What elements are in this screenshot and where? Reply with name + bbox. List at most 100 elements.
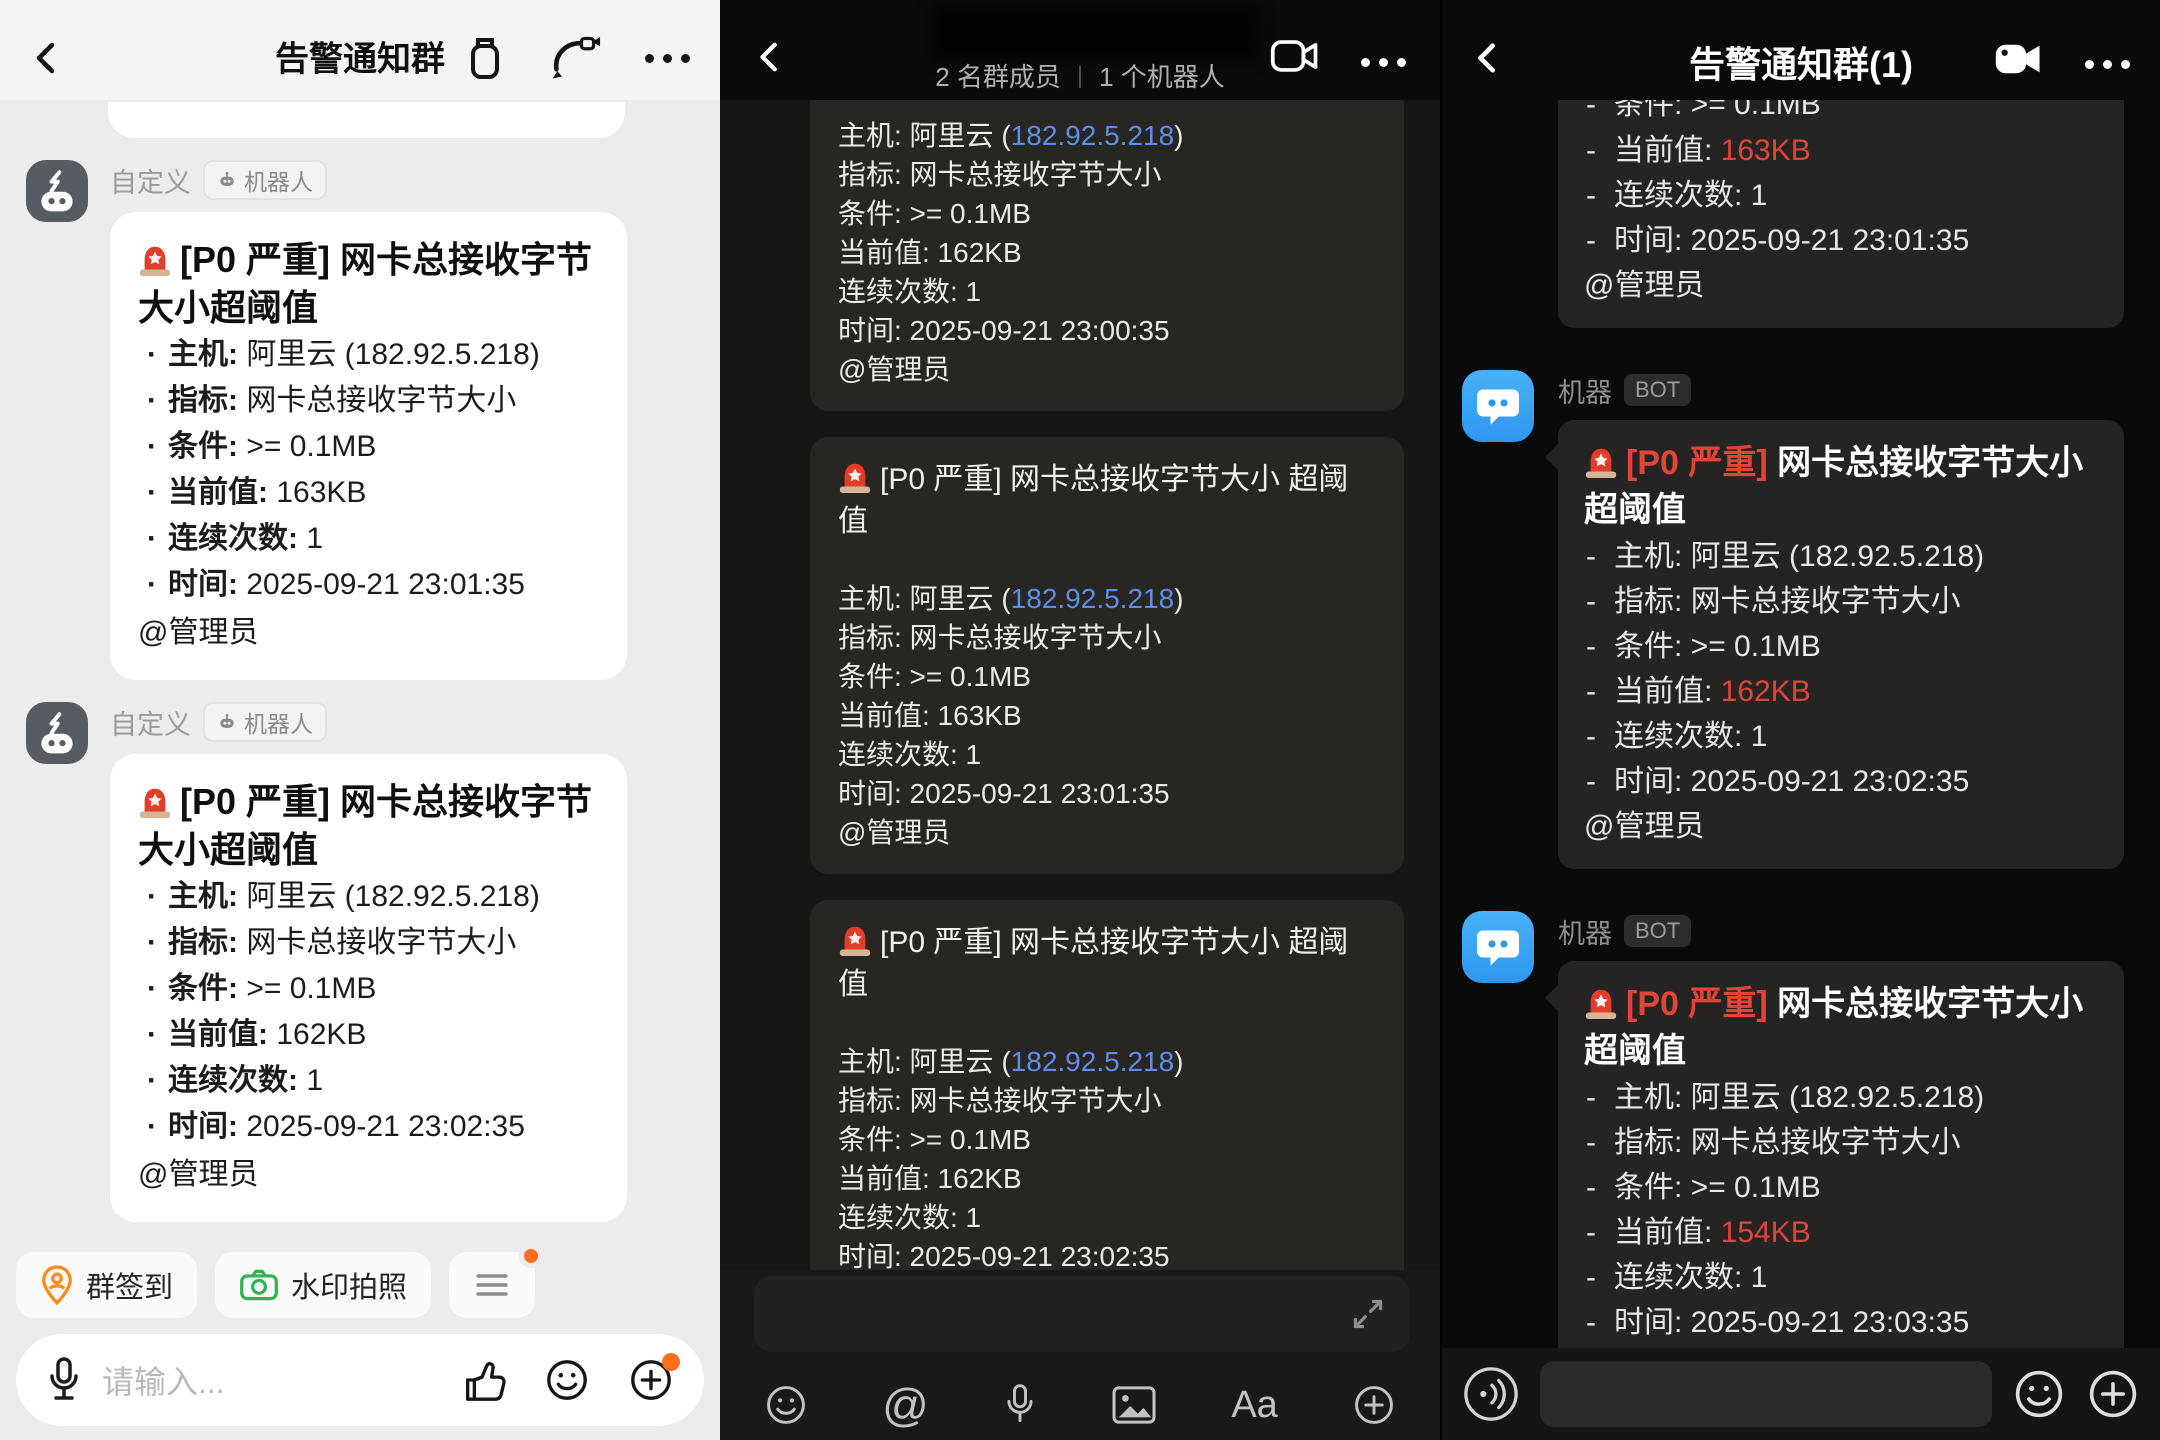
mention: @管理员 [138, 1152, 599, 1198]
text-format-icon[interactable]: Aa [1231, 1386, 1277, 1424]
alert-message-bubble[interactable]: 主机: 阿里云 (182.92.5.218) 指标: 网卡总接收字节大小 条件:… [810, 100, 1404, 411]
back-icon[interactable] [30, 41, 64, 75]
sender-name: 机器 [1558, 912, 1612, 951]
alert-field: 连续次数: 1 [1584, 714, 2098, 759]
composer-bar [1442, 1348, 2160, 1440]
ip-link[interactable]: 182.92.5.218 [1011, 1046, 1175, 1077]
mic-icon[interactable] [1003, 1382, 1037, 1428]
sender-name: 机器 [1558, 371, 1612, 410]
group-signin-button[interactable]: 群签到 [16, 1252, 197, 1318]
mention: @管理员 [1584, 263, 2098, 308]
alert-field: 主机: 阿里云 (182.92.5.218) [1584, 534, 2098, 579]
left-chat-panel: 告警通知群 自定义 机器 [0, 0, 720, 1440]
siren-emoji [838, 460, 872, 494]
bot-avatar[interactable] [26, 160, 88, 222]
group-title: 告警通知群(1) [1689, 36, 1913, 88]
mic-icon[interactable] [46, 1355, 82, 1405]
alert-field: 指标: 网卡总接收字节大小 [838, 618, 1376, 657]
bot-avatar[interactable] [1462, 370, 1534, 442]
message-input-bar[interactable]: 请输入... [16, 1334, 704, 1426]
emoji-icon[interactable] [2012, 1367, 2066, 1421]
message-group: 自定义 机器人 [P0 严重] 网卡总接收字节大小超阈值 主机: 阿里云 (18… [0, 138, 720, 680]
alert-message-bubble[interactable]: [P0 严重] 网卡总接收字节大小超阈值 主机: 阿里云 (182.92.5.2… [1558, 420, 2124, 869]
back-icon[interactable] [1472, 40, 1504, 76]
robot-badge: 机器人 [203, 702, 327, 742]
watermark-camera-button[interactable]: 水印拍照 [215, 1252, 431, 1318]
alert-field: 指标: 网卡总接收字节大小 [838, 1081, 1376, 1120]
jar-icon[interactable] [465, 34, 505, 82]
plus-icon[interactable] [2086, 1367, 2140, 1421]
alert-message-bubble[interactable]: [P0 严重] 网卡总接收字节大小超阈值 主机: 阿里云 (182.92.5.2… [110, 754, 627, 1222]
message-input-field[interactable] [754, 1276, 1410, 1352]
voice-icon[interactable] [1462, 1365, 1520, 1423]
alert-field: 条件: >= 0.1MB [838, 657, 1376, 696]
alert-title: [P0 严重] 网卡总接收字节大小 超阈值 [838, 459, 1376, 543]
alert-title: [P0 严重] 网卡总接收字节大小 超阈值 [838, 922, 1376, 1006]
mention: @管理员 [838, 813, 1376, 852]
alert-title: [P0 严重] 网卡总接收字节大小超阈值 [1584, 440, 2098, 534]
bot-count: 1 个机器人 [1099, 57, 1225, 94]
middle-chat-panel: 2 名群成员 | 1 个机器人 主机: 阿里云 (182.92.5.218) 指… [720, 0, 1440, 1440]
divider: | [1077, 62, 1083, 90]
alert-message-bubble[interactable]: [P0 严重] 网卡总接收字节大小超阈值 主机: 阿里云 (182.92.5.2… [1558, 961, 2124, 1410]
bot-avatar[interactable] [1462, 911, 1534, 983]
siren-emoji [1584, 986, 1618, 1020]
more-tools-button[interactable] [449, 1252, 535, 1318]
alert-message-bubble[interactable]: [P0 严重] 网卡总接收字节大小超阈值 主机: 阿里云 (182.92.5.2… [110, 212, 627, 680]
alert-field: 当前值: 162KB [1584, 669, 2098, 714]
alert-message-bubble[interactable]: 条件: >= 0.1MB 当前值: 163KB 连续次数: 1 时间: 2025… [1558, 100, 2124, 328]
image-icon[interactable] [1111, 1385, 1157, 1425]
right-header: 告警通知群(1) [1442, 0, 2160, 100]
emoji-icon[interactable] [544, 1357, 590, 1403]
alert-field: 条件: >= 0.1MB [1584, 624, 2098, 669]
alert-field: 连续次数: 1 [138, 1058, 599, 1104]
alert-field: 连续次数: 1 [838, 1198, 1376, 1237]
ip-link[interactable]: 182.92.5.218 [1011, 120, 1175, 151]
alert-field: 指标: 网卡总接收字节大小 [1584, 579, 2098, 624]
alert-field: 指标: 网卡总接收字节大小 [138, 378, 599, 424]
robot-badge-label: 机器人 [244, 705, 313, 739]
group-member-summary[interactable]: 2 名群成员 | 1 个机器人 [720, 57, 1440, 94]
alert-field: 连续次数: 1 [138, 516, 599, 562]
alert-field: 时间: 2025-09-21 23:00:35 [838, 311, 1376, 350]
ip-link[interactable]: 182.92.5.218 [1011, 583, 1175, 614]
mention-icon[interactable]: @ [882, 1382, 929, 1428]
watermark-label: 水印拍照 [291, 1264, 407, 1306]
sender-name: 自定义 [110, 703, 191, 742]
alert-message-bubble[interactable]: [P0 严重] 网卡总接收字节大小 超阈值 主机: 阿里云 (182.92.5.… [810, 437, 1404, 874]
robot-icon [217, 170, 237, 190]
video-call-icon[interactable] [549, 34, 601, 82]
siren-emoji [1584, 445, 1618, 479]
mention: @管理员 [1584, 804, 2098, 849]
quick-actions-toolbar: 群签到 水印拍照 [16, 1252, 704, 1318]
clipped-message-bubble[interactable] [108, 102, 625, 138]
bot-badge: BOT [1624, 915, 1691, 947]
alert-field: 主机: 阿里云 (182.92.5.218) [838, 116, 1376, 155]
mention: @管理员 [138, 610, 599, 656]
alert-field: 当前值: 163KB [1584, 128, 2098, 173]
alert-field: 时间: 2025-09-21 23:02:35 [138, 1104, 599, 1150]
more-icon[interactable] [645, 54, 690, 63]
more-icon[interactable] [2085, 60, 2130, 69]
member-count: 2 名群成员 [935, 57, 1061, 94]
alert-field: 条件: >= 0.1MB [138, 424, 599, 470]
alert-title: [P0 严重] 网卡总接收字节大小超阈值 [1584, 981, 2098, 1075]
message-input-field[interactable] [1540, 1361, 1992, 1427]
input-placeholder: 请输入... [102, 1357, 225, 1403]
plus-icon[interactable] [1352, 1383, 1396, 1427]
alert-field: 时间: 2025-09-21 23:01:35 [138, 562, 599, 608]
video-call-icon[interactable] [1270, 36, 1322, 76]
alert-field: 当前值: 162KB [838, 233, 1376, 272]
thumbs-up-icon[interactable] [460, 1357, 506, 1403]
notification-dot [662, 1353, 680, 1371]
emoji-icon[interactable] [764, 1383, 808, 1427]
alert-field: 条件: >= 0.1MB [838, 194, 1376, 233]
alert-field: 指标: 网卡总接收字节大小 [838, 155, 1376, 194]
middle-header: 2 名群成员 | 1 个机器人 [720, 0, 1440, 100]
plus-icon[interactable] [628, 1357, 674, 1403]
expand-icon[interactable] [1350, 1296, 1386, 1332]
video-call-icon[interactable] [1994, 40, 2044, 78]
bot-avatar[interactable] [26, 702, 88, 764]
more-icon[interactable] [1361, 58, 1406, 67]
hamburger-icon [474, 1272, 510, 1298]
